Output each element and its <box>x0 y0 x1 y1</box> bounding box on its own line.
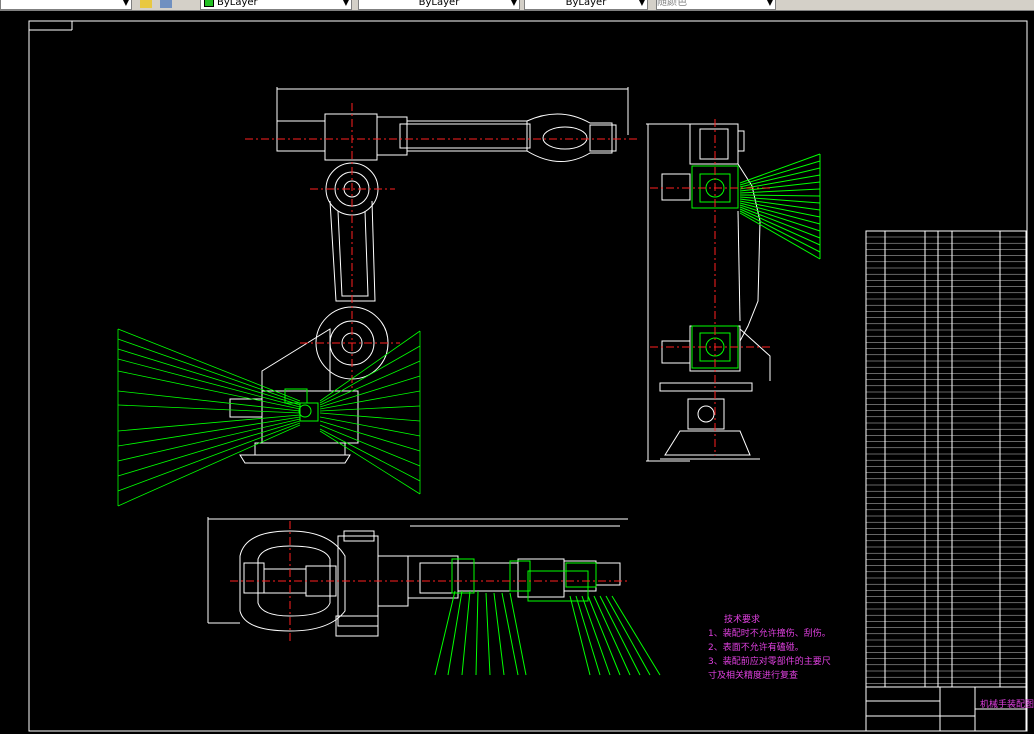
tech-requirements-title: 技术要求 <box>724 615 761 625</box>
cad-drawing <box>28 20 1028 732</box>
side-view-green <box>691 153 821 369</box>
parts-list <box>865 230 1027 732</box>
color-dropdown[interactable]: ByLayer ▼ <box>200 0 352 10</box>
lineweight-dropdown[interactable]: ByLayer ▼ <box>524 0 648 10</box>
properties-toolbar: ▼ ByLayer ▼ ByLayer ▼ ByLayer ▼ 随颜色 ▼ <box>0 0 1034 11</box>
layer-icon[interactable] <box>140 0 152 8</box>
linetype-dropdown[interactable]: ByLayer ▼ <box>358 0 520 10</box>
top-view-green <box>434 558 661 676</box>
chevron-down-icon: ▼ <box>342 0 349 7</box>
tech-requirement-line: 2、表面不允许有磕碰。 <box>708 643 804 653</box>
drawing-border <box>28 20 1028 732</box>
parts-list-rows <box>866 236 1026 684</box>
layer-previous-icon[interactable] <box>160 0 172 8</box>
chevron-down-icon: ▼ <box>766 0 773 7</box>
drawing-canvas[interactable]: 技术要求 1、装配时不允许撞伤、刮伤。 2、表面不允许有磕碰。 3、装配前应对零… <box>0 11 1034 734</box>
tech-requirement-line: 1、装配时不允许撞伤、刮伤。 <box>708 629 831 639</box>
top-view-center-lines <box>230 521 630 641</box>
top-view <box>207 517 628 637</box>
color-swatch-icon <box>204 0 214 7</box>
tech-requirement-line: 3、装配前应对零部件的主要尺 <box>708 657 831 667</box>
chevron-down-icon: ▼ <box>510 0 517 7</box>
chevron-down-icon: ▼ <box>638 0 645 7</box>
front-view-leaders <box>117 328 421 507</box>
side-view-center-lines <box>650 119 770 456</box>
chevron-down-icon: ▼ <box>122 0 129 7</box>
tech-requirement-line: 寸及相关精度进行复查 <box>708 671 799 681</box>
plotstyle-dropdown[interactable]: 随颜色 ▼ <box>656 0 776 10</box>
drawing-title: 机械手装配图 <box>980 700 1034 710</box>
side-view <box>646 123 771 462</box>
layer-dropdown[interactable]: ▼ <box>0 0 132 10</box>
